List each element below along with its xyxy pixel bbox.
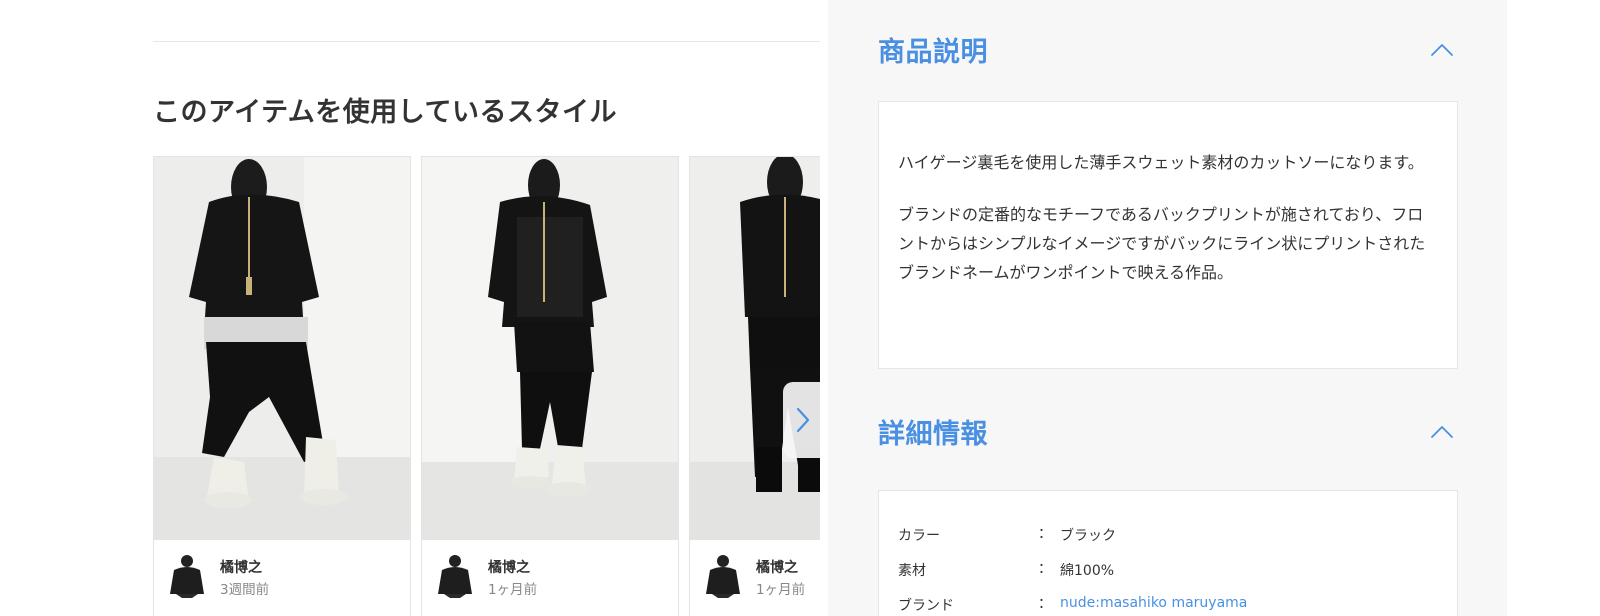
description-box: ハイゲージ裏毛を使用した薄手スウェット素材のカットソーになります。 ブランドの定… — [878, 101, 1458, 369]
chevron-up-icon — [1431, 44, 1453, 56]
chevron-up-icon — [1431, 426, 1453, 438]
styles-heading: このアイテムを使用しているスタイル — [153, 97, 617, 128]
details-collapse-button[interactable] — [1428, 420, 1456, 444]
styles-section: このアイテムを使用しているスタイル 橘博之 3週間前 橘博之 1ヶ月前 橘博之 … — [153, 0, 820, 616]
card-user[interactable]: 橘博之 3週間前 — [154, 540, 410, 616]
style-photo[interactable] — [422, 157, 678, 540]
detail-label: カラー — [898, 528, 940, 544]
description-paragraph: ハイゲージ裏毛を使用した薄手スウェット素材のカットソーになります。 — [898, 153, 1424, 172]
detail-colon: ： — [1038, 561, 1052, 577]
styles-carousel: 橘博之 3週間前 橘博之 1ヶ月前 橘博之 1ヶ月前 — [153, 156, 820, 616]
avatar[interactable] — [436, 550, 474, 600]
description-collapse-button[interactable] — [1428, 38, 1456, 62]
avatar[interactable] — [168, 550, 206, 600]
post-time: 1ヶ月前 — [756, 582, 806, 598]
detail-value: 綿100% — [1060, 563, 1115, 579]
details-title[interactable]: 詳細情報 — [878, 412, 988, 451]
user-name[interactable]: 橘博之 — [756, 557, 798, 577]
post-time: 3週間前 — [220, 582, 270, 598]
detail-value: ブラック — [1060, 528, 1116, 544]
description-title[interactable]: 商品説明 — [878, 30, 988, 69]
style-card[interactable]: 橘博之 3週間前 — [153, 156, 411, 616]
post-time: 1ヶ月前 — [488, 582, 538, 598]
detail-colon: ： — [1038, 596, 1052, 612]
style-card[interactable]: 橘博之 1ヶ月前 — [421, 156, 679, 616]
user-name[interactable]: 橘博之 — [488, 557, 530, 577]
carousel-next-button[interactable] — [783, 382, 820, 458]
detail-colon: ： — [1038, 526, 1052, 542]
product-info-panel: 商品説明 ハイゲージ裏毛を使用した薄手スウェット素材のカットソーになります。 ブ… — [828, 0, 1507, 616]
detail-label: 素材 — [898, 563, 926, 579]
brand-link[interactable]: nude:masahiko maruyama — [1060, 595, 1247, 611]
chevron-right-icon — [796, 407, 810, 433]
detail-label: ブランド — [898, 598, 954, 614]
user-name[interactable]: 橘博之 — [220, 557, 262, 577]
style-photo[interactable] — [690, 157, 820, 540]
card-user[interactable]: 橘博之 1ヶ月前 — [690, 540, 820, 616]
avatar[interactable] — [704, 550, 742, 600]
card-user[interactable]: 橘博之 1ヶ月前 — [422, 540, 678, 616]
style-photo[interactable] — [154, 157, 410, 540]
divider — [153, 41, 820, 42]
details-box: カラー ： ブラック 素材 ： 綿100% ブランド ： nude:masahi… — [878, 490, 1458, 616]
description-paragraph: ブランドの定番的なモチーフであるバックプリントが施されており、フロントからはシン… — [898, 205, 1426, 282]
